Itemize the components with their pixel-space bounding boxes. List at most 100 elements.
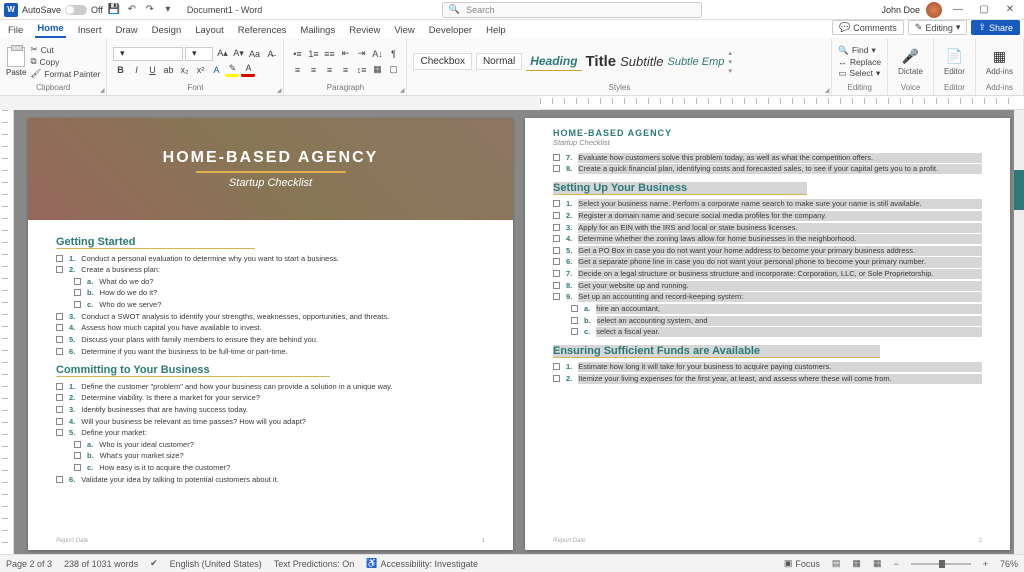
checkbox-icon[interactable] [553,293,560,300]
checkbox-icon[interactable] [74,464,81,471]
tab-design[interactable]: Design [150,23,184,38]
restore-button[interactable]: ▢ [974,2,994,18]
checklist-item[interactable]: 3.Conduct a SWOT analysis to identify yo… [56,312,485,322]
focus-mode[interactable]: ▣ Focus [784,558,820,569]
editing-mode-button[interactable]: ✎ Editing ▾ [908,20,968,35]
text-predictions[interactable]: Text Predictions: On [274,559,355,569]
tab-help[interactable]: Help [484,23,508,38]
checkbox-icon[interactable] [56,348,63,355]
language-indicator[interactable]: English (United States) [170,559,262,569]
addins-button[interactable]: ▦Add-ins [982,48,1017,76]
grow-font-button[interactable]: A▴ [215,47,229,61]
checkbox-icon[interactable] [56,324,63,331]
checklist-item[interactable]: 6.Determine if you want the business to … [56,347,485,357]
checkbox-icon[interactable] [553,154,560,161]
zoom-out[interactable]: − [893,559,898,569]
checklist-item[interactable]: 2.Register a domain name and secure soci… [553,211,982,221]
checklist-item[interactable]: b.What's your market size? [74,451,485,461]
style-subtle-emphasis[interactable]: Subtle Emp [667,56,724,68]
line-spacing-button[interactable]: ↕≡ [354,63,368,77]
checkbox-icon[interactable] [56,313,63,320]
checkbox-icon[interactable] [553,258,560,265]
checklist-item[interactable]: 8.Create a quick financial plan, identif… [553,164,982,174]
checkbox-icon[interactable] [56,476,63,483]
checkbox-icon[interactable] [56,394,63,401]
undo-icon[interactable]: ↶ [125,3,139,17]
zoom-slider[interactable] [911,563,971,565]
checklist-item[interactable]: 6.Get a separate phone line in case you … [553,257,982,267]
tab-mailings[interactable]: Mailings [298,23,337,38]
spellcheck-icon[interactable]: ✔ [150,558,158,569]
word-count[interactable]: 238 of 1031 words [64,559,138,569]
comments-button[interactable]: 💬 Comments [832,20,904,35]
redo-icon[interactable]: ↷ [143,3,157,17]
checklist-item[interactable]: 5.Discuss your plans with family members… [56,335,485,345]
checkbox-icon[interactable] [553,247,560,254]
format-painter-button[interactable]: 🖌Format Painter [30,68,100,79]
minimize-button[interactable]: — [948,2,968,18]
checkbox-icon[interactable] [571,317,578,324]
checklist-item[interactable]: 4.Determine whether the zoning laws allo… [553,234,982,244]
checkbox-icon[interactable] [553,224,560,231]
change-case-button[interactable]: Aa [247,47,261,61]
web-layout-icon[interactable]: ▦ [873,558,882,569]
superscript-button[interactable]: x² [193,63,207,77]
style-normal[interactable]: Normal [476,53,522,70]
checklist-item[interactable]: 4.Assess how much capital you have avail… [56,323,485,333]
styles-launcher-icon[interactable]: ◢ [825,87,830,94]
horizontal-ruler[interactable] [540,96,1024,110]
tab-draw[interactable]: Draw [113,23,139,38]
tab-references[interactable]: References [236,23,289,38]
tab-insert[interactable]: Insert [76,23,104,38]
align-right-button[interactable]: ≡ [322,63,336,77]
select-button[interactable]: ▭ Select ▾ [838,68,881,79]
checklist-item[interactable]: a.hire an accountant, [571,304,982,314]
user-avatar[interactable] [926,2,942,18]
strike-button[interactable]: ab [161,63,175,77]
align-left-button[interactable]: ≡ [290,63,304,77]
checklist-item[interactable]: 4.Will your business be relevant as time… [56,417,485,427]
bold-button[interactable]: B [113,63,127,77]
checkbox-icon[interactable] [74,301,81,308]
checklist-item[interactable]: 1.Estimate how long it will take for you… [553,362,982,372]
checklist-item[interactable]: 3.Identify businesses that are having su… [56,405,485,415]
paste-button[interactable]: Paste [6,47,26,77]
replace-button[interactable]: ↔ Replace [838,57,881,67]
checkbox-icon[interactable] [553,235,560,242]
shading-button[interactable]: ▦ [370,63,384,77]
checklist-item[interactable]: 2.Create a business plan: [56,265,485,275]
numbering-button[interactable]: 1≡ [306,47,320,61]
checklist-item[interactable]: 9.Set up an accounting and record-keepin… [553,292,982,302]
styles-gallery-more[interactable]: ▴▾▾ [728,49,740,75]
checklist-item[interactable]: b.How do we do it? [74,288,485,298]
text-effects-button[interactable]: A [209,63,223,77]
close-button[interactable]: ✕ [1000,2,1020,18]
checkbox-icon[interactable] [553,165,560,172]
italic-button[interactable]: I [129,63,143,77]
checklist-item[interactable]: 7.Evaluate how customers solve this prob… [553,153,982,163]
share-button[interactable]: ⇪ Share [971,20,1020,35]
checkbox-icon[interactable] [74,278,81,285]
tab-review[interactable]: Review [347,23,382,38]
checklist-item[interactable]: 5.Get a PO Box in case you do not want y… [553,246,982,256]
vertical-ruler[interactable] [0,110,14,554]
checkbox-icon[interactable] [56,418,63,425]
tab-file[interactable]: File [6,23,25,38]
checklist-item[interactable]: a.What do we do? [74,277,485,287]
find-button[interactable]: 🔍 Find ▾ [838,45,881,56]
align-center-button[interactable]: ≡ [306,63,320,77]
justify-button[interactable]: ≡ [338,63,352,77]
page-2[interactable]: HOME-BASED AGENCY Startup Checklist 7.Ev… [525,118,1010,550]
checkbox-icon[interactable] [74,441,81,448]
checklist-item[interactable]: b.select an accounting system, and [571,316,982,326]
checklist-item[interactable]: 6.Validate your idea by talking to poten… [56,475,485,485]
print-layout-icon[interactable]: ▦ [852,558,861,569]
zoom-in[interactable]: + [983,559,988,569]
font-launcher-icon[interactable]: ◢ [277,87,282,94]
checkbox-icon[interactable] [571,305,578,312]
accessibility-checker[interactable]: ♿ Accessibility: Investigate [366,558,478,569]
checkbox-icon[interactable] [56,266,63,273]
checkbox-icon[interactable] [56,336,63,343]
checklist-item[interactable]: c.select a fiscal year. [571,327,982,337]
style-heading[interactable]: Heading [526,52,581,71]
